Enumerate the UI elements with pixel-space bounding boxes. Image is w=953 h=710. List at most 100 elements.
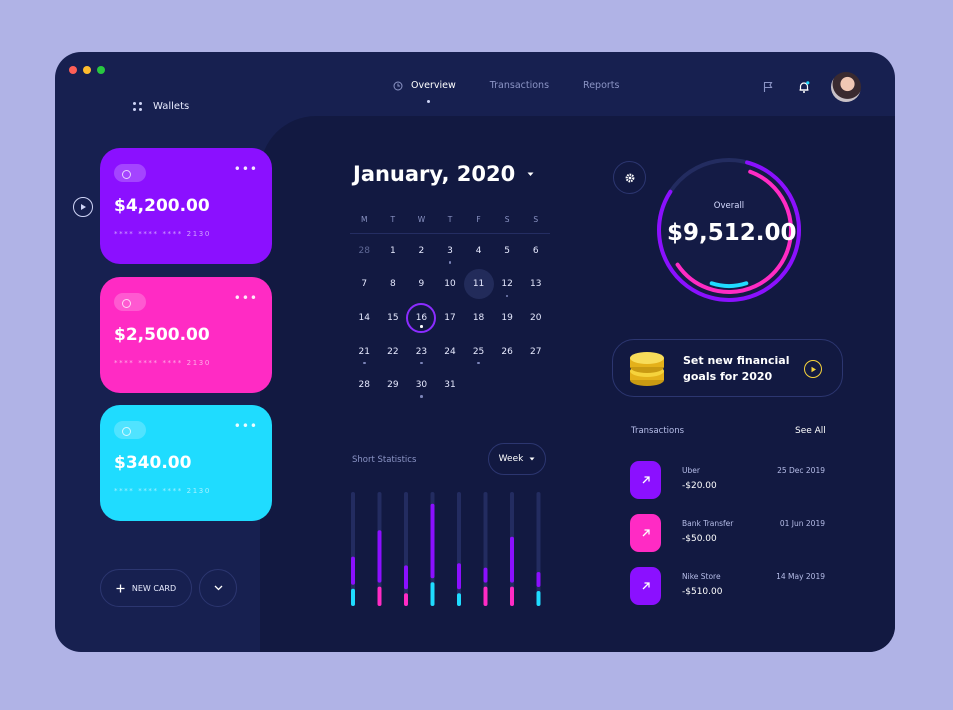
more-icon[interactable]: ••• bbox=[234, 419, 258, 433]
calendar-day[interactable]: 28 bbox=[350, 368, 379, 402]
event-dot bbox=[448, 261, 452, 264]
day-number: 7 bbox=[361, 279, 368, 290]
wallets-header: Wallets bbox=[133, 101, 189, 112]
expand-sidebar-button[interactable] bbox=[73, 197, 93, 217]
calendar-grid: MTWTFSS 28 1 2 3 4 5 6 7 8 9 10 11 12 13 14 15 16 17 18 19 2… bbox=[350, 212, 550, 402]
calendar-day[interactable]: 7 bbox=[350, 268, 379, 302]
goals-banner[interactable]: Set new financial goals for 2020 bbox=[612, 339, 843, 397]
calendar-day[interactable]: 10 bbox=[436, 268, 465, 302]
tab-overview[interactable]: Overview bbox=[393, 80, 456, 103]
calendar-day[interactable]: 19 bbox=[493, 301, 522, 335]
calendar-day[interactable]: 27 bbox=[521, 335, 550, 369]
settings-button[interactable] bbox=[613, 161, 646, 194]
day-number: 8 bbox=[389, 279, 396, 290]
calendar-week: 28 29 30 31 bbox=[350, 368, 550, 402]
calendar-day[interactable]: 5 bbox=[493, 234, 522, 268]
calendar-day[interactable]: 14 bbox=[350, 301, 379, 335]
tab-reports[interactable]: Reports bbox=[583, 80, 619, 91]
calendar-day[interactable]: 31 bbox=[436, 368, 465, 402]
calendar-day[interactable]: 25 bbox=[464, 335, 493, 369]
calendar-day[interactable]: 26 bbox=[493, 335, 522, 369]
calendar-day[interactable]: 24 bbox=[436, 335, 465, 369]
calendar-day[interactable]: 4 bbox=[464, 234, 493, 268]
wallet-card[interactable]: ••• $4,200.00 **** **** **** 2130 bbox=[100, 148, 272, 264]
transaction-date: 01 Jun 2019 bbox=[779, 519, 825, 528]
statistics-chart bbox=[351, 492, 541, 606]
calendar-day[interactable]: 23 bbox=[407, 335, 436, 369]
transaction-row[interactable]: Bank Transfer -$50.00 01 Jun 2019 bbox=[630, 514, 825, 554]
calendar-day[interactable]: 20 bbox=[521, 301, 550, 335]
calendar-day[interactable]: 11 bbox=[463, 268, 494, 302]
card-balance: $4,200.00 bbox=[114, 196, 210, 216]
day-number: 13 bbox=[529, 279, 542, 290]
calendar-day[interactable]: 16 bbox=[406, 301, 437, 335]
see-all-link[interactable]: See All bbox=[795, 426, 826, 436]
card-toggle[interactable] bbox=[114, 421, 146, 439]
user-avatar[interactable] bbox=[831, 72, 861, 102]
overall-amount: $9,512.00 bbox=[667, 220, 797, 246]
calendar-day[interactable]: 2 bbox=[407, 234, 436, 268]
calendar-day[interactable]: 22 bbox=[379, 335, 408, 369]
weekday-label: T bbox=[447, 215, 453, 224]
arrow-up-right-icon bbox=[630, 567, 661, 605]
transactions-title: Transactions bbox=[631, 426, 685, 436]
play-icon bbox=[81, 204, 86, 210]
new-card-button[interactable]: NEW CARD bbox=[100, 569, 192, 607]
calendar-day[interactable]: 6 bbox=[521, 234, 550, 268]
calendar-day[interactable]: 17 bbox=[436, 301, 465, 335]
top-actions bbox=[759, 72, 861, 102]
minimize-window-button[interactable] bbox=[83, 66, 91, 74]
weekday-label: F bbox=[476, 215, 481, 224]
goals-text: Set new financial goals for 2020 bbox=[683, 354, 790, 383]
notifications-button[interactable] bbox=[795, 78, 813, 96]
card-toggle[interactable] bbox=[114, 293, 146, 311]
transaction-name: Nike Store bbox=[682, 572, 721, 581]
calendar-day[interactable]: 13 bbox=[521, 268, 550, 302]
calendar-day[interactable]: 8 bbox=[379, 268, 408, 302]
close-window-button[interactable] bbox=[69, 66, 77, 74]
goals-play-button[interactable] bbox=[804, 360, 822, 378]
day-number: 19 bbox=[501, 312, 513, 323]
bell-icon bbox=[799, 81, 810, 93]
calendar-empty bbox=[521, 368, 550, 402]
day-number: 20 bbox=[529, 312, 542, 323]
calendar-day[interactable]: 30 bbox=[407, 368, 436, 402]
maximize-window-button[interactable] bbox=[97, 66, 105, 74]
caret-down-icon bbox=[529, 457, 535, 461]
calendar-day[interactable]: 18 bbox=[464, 301, 493, 335]
chevron-down-icon bbox=[214, 585, 222, 591]
calendar-day[interactable]: 21 bbox=[350, 335, 379, 369]
day-number: 17 bbox=[444, 312, 456, 323]
day-number: 11 bbox=[472, 279, 485, 290]
calendar-day[interactable]: 1 bbox=[379, 234, 408, 268]
day-number: 22 bbox=[387, 346, 399, 357]
transaction-amount: -$50.00 bbox=[682, 534, 717, 544]
arrow-up-right-icon bbox=[630, 461, 661, 499]
calendar-day[interactable]: 29 bbox=[379, 368, 408, 402]
more-icon[interactable]: ••• bbox=[234, 162, 258, 176]
calendar-day[interactable]: 28 bbox=[350, 234, 379, 268]
period-select[interactable]: Week bbox=[488, 443, 546, 475]
card-toggle[interactable] bbox=[114, 164, 146, 182]
tab-transactions[interactable]: Transactions bbox=[490, 80, 549, 91]
calendar-day[interactable]: 3 bbox=[436, 234, 465, 268]
more-cards-button[interactable] bbox=[199, 569, 237, 607]
weekday-label: M bbox=[361, 215, 368, 224]
gear-icon bbox=[625, 173, 634, 182]
calendar-day[interactable]: 12 bbox=[493, 268, 522, 302]
flag-button[interactable] bbox=[759, 78, 777, 96]
calendar-month-selector[interactable]: January, 2020 bbox=[353, 162, 534, 186]
wallet-card[interactable]: ••• $340.00 **** **** **** 2130 bbox=[100, 405, 272, 521]
day-number: 28 bbox=[358, 245, 370, 256]
calendar-day[interactable]: 15 bbox=[379, 301, 408, 335]
calendar-week: 21 22 23 24 25 26 27 bbox=[350, 335, 550, 369]
calendar-weekdays: MTWTFSS bbox=[350, 212, 550, 234]
calendar-day[interactable]: 9 bbox=[407, 268, 436, 302]
calendar-empty bbox=[493, 368, 522, 402]
transaction-row[interactable]: Uber -$20.00 25 Dec 2019 bbox=[630, 461, 825, 501]
transaction-row[interactable]: Nike Store -$510.00 14 May 2019 bbox=[630, 567, 825, 607]
more-icon[interactable]: ••• bbox=[234, 291, 258, 305]
wallet-card[interactable]: ••• $2,500.00 **** **** **** 2130 bbox=[100, 277, 272, 393]
new-card-label: NEW CARD bbox=[131, 583, 177, 593]
day-number: 2 bbox=[418, 245, 425, 256]
